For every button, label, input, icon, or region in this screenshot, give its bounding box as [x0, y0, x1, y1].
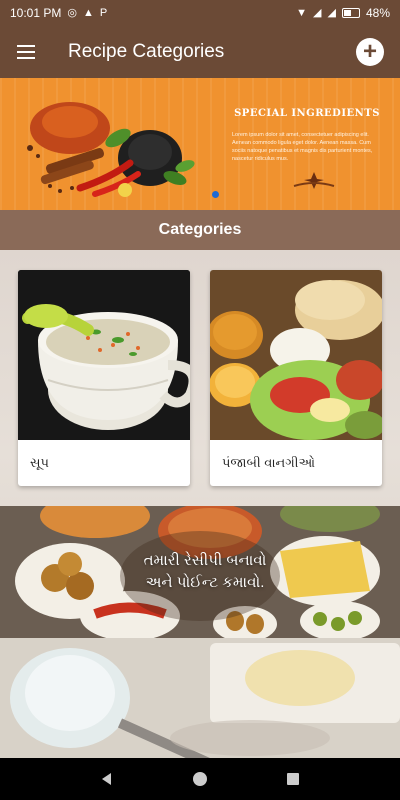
banner-content: SPECIAL INGREDIENTS Lorem ipsum dolor si… [232, 108, 382, 163]
promo-text: તમારી રેસીપી બનાવો અને પોઈન્ટ કમાવો. [100, 550, 310, 594]
category-card-soup[interactable]: સૂપ [18, 270, 190, 486]
home-button[interactable] [188, 767, 212, 791]
faded-background-image [0, 638, 400, 758]
category-card-punjabi[interactable]: પંજાબી વાનગીઓ [210, 270, 382, 486]
recents-button[interactable] [281, 767, 305, 791]
wifi-icon: ▼ [296, 6, 308, 19]
menu-icon-line [17, 57, 35, 59]
status-bar: 10:01 PM ◎ ▲ P ▼ ◢ ◢ 48% [0, 0, 400, 26]
back-button[interactable] [95, 767, 119, 791]
special-ingredients-banner[interactable]: SPECIAL INGREDIENTS Lorem ipsum dolor si… [0, 78, 400, 210]
pager-indicator-dot[interactable] [212, 191, 219, 198]
plus-icon: + [362, 38, 377, 65]
promo-banner[interactable]: તમારી રેસીપી બનાવો અને પોઈન્ટ કમાવો. [0, 506, 400, 638]
menu-icon [17, 45, 35, 47]
spices-illustration [27, 102, 195, 197]
app-bar: Recipe Categories + [0, 26, 400, 78]
warning-icon: ▲ [82, 6, 94, 19]
recents-icon [287, 773, 300, 785]
punjabi-thali-image [210, 270, 382, 440]
status-time: 10:01 PM [10, 6, 62, 20]
category-label: સૂપ [30, 455, 49, 470]
section-title: Categories [158, 221, 242, 238]
menu-icon-line [17, 51, 35, 53]
signal-icon-2: ◢ [327, 6, 336, 19]
promo-line-1: તમારી રેસીપી બનાવો [143, 552, 267, 569]
category-label: પંજાબી વાનગીઓ [222, 455, 315, 470]
promo-line-2: અને પોઈન્ટ કમાવો. [145, 574, 265, 591]
star-anise-icon [293, 172, 335, 189]
battery-percent: 48% [365, 6, 390, 20]
app-notification-icon: P [99, 6, 108, 19]
home-icon [192, 772, 207, 786]
back-icon [101, 773, 111, 785]
signal-icon: ◢ [313, 6, 322, 19]
menu-button[interactable] [0, 26, 52, 78]
banner-text: Lorem ipsum dolor sit amet, consectetuer… [232, 132, 373, 162]
soup-image [18, 270, 190, 440]
battery-icon [341, 8, 360, 18]
section-header: Categories [0, 210, 400, 250]
system-navigation-bar [0, 758, 400, 800]
page-title: Recipe Categories [68, 41, 225, 62]
add-recipe-button[interactable]: + [356, 38, 384, 66]
whatsapp-icon: ◎ [67, 6, 77, 19]
banner-title: SPECIAL INGREDIENTS [234, 108, 380, 119]
